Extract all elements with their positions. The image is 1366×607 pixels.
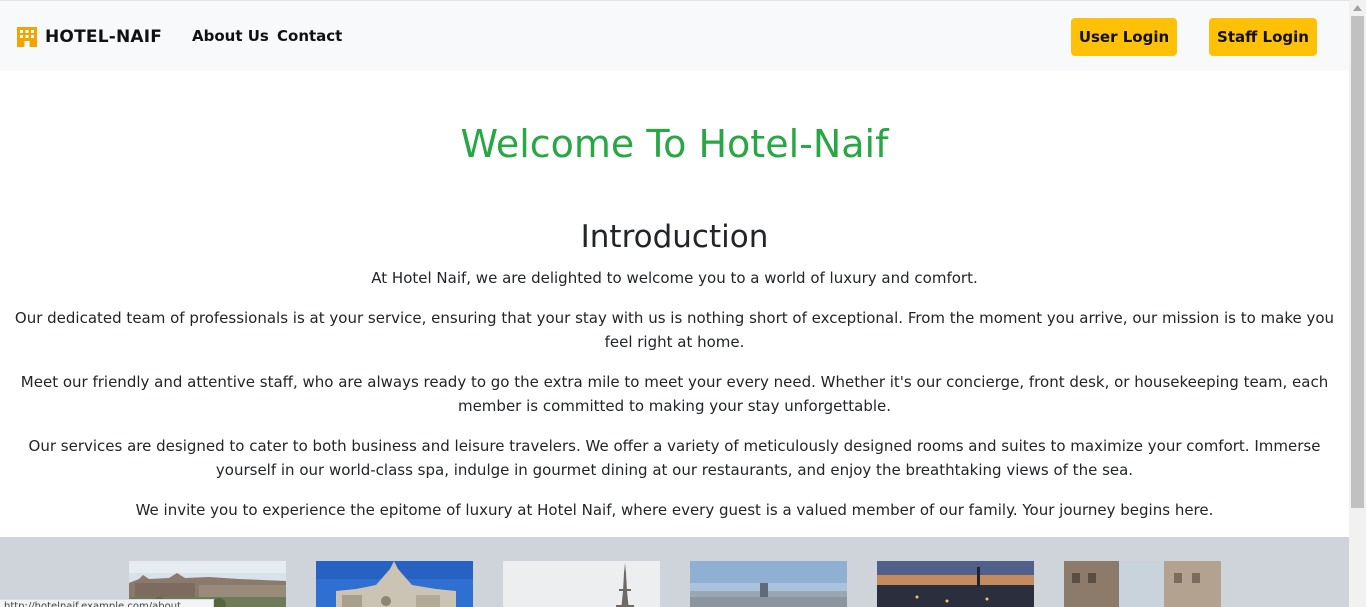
brand-link[interactable]: HOTEL-NAIF <box>16 25 162 49</box>
gallery-image-paris-street[interactable] <box>1064 561 1221 607</box>
intro-paragraph-2: Our dedicated team of professionals is a… <box>14 309 1335 351</box>
scrollbar-thumb[interactable] <box>1351 16 1364 508</box>
page: HOTEL-NAIF About Us Contact User Login S… <box>0 0 1349 607</box>
navbar: HOTEL-NAIF About Us Contact User Login S… <box>0 0 1349 71</box>
user-login-button[interactable]: User Login <box>1071 18 1177 56</box>
photo-gallery <box>0 537 1349 607</box>
browser-viewport: HOTEL-NAIF About Us Contact User Login S… <box>0 0 1366 607</box>
nav-link-contact[interactable]: Contact <box>277 27 342 45</box>
brand-name: HOTEL-NAIF <box>45 27 163 47</box>
intro-paragraph-4: Our services are designed to cater to bo… <box>28 437 1321 479</box>
introduction-heading: Introduction <box>580 219 769 255</box>
intro-paragraph-5: We invite you to experience the epitome … <box>135 501 1214 519</box>
intro-paragraph-3: Meet our friendly and attentive staff, w… <box>20 373 1329 415</box>
gallery-image-paris-skyline[interactable] <box>690 561 847 607</box>
gallery-image-eiffel-tower[interactable] <box>503 561 660 607</box>
welcome-heading: Welcome To Hotel-Naif <box>460 122 889 166</box>
hotel-icon <box>16 26 38 48</box>
gallery-image-city-sunset[interactable] <box>877 561 1034 607</box>
nav-link-about[interactable]: About Us <box>192 27 269 45</box>
vertical-scrollbar[interactable] <box>1349 0 1366 607</box>
scroll-up-icon[interactable] <box>1349 0 1366 16</box>
gallery-image-notre-dame[interactable] <box>316 561 473 607</box>
status-bar-url: http://hotelnaif.example.com/about <box>0 599 214 607</box>
staff-login-button[interactable]: Staff Login <box>1209 18 1317 56</box>
intro-paragraph-1: At Hotel Naif, we are delighted to welco… <box>371 269 978 287</box>
